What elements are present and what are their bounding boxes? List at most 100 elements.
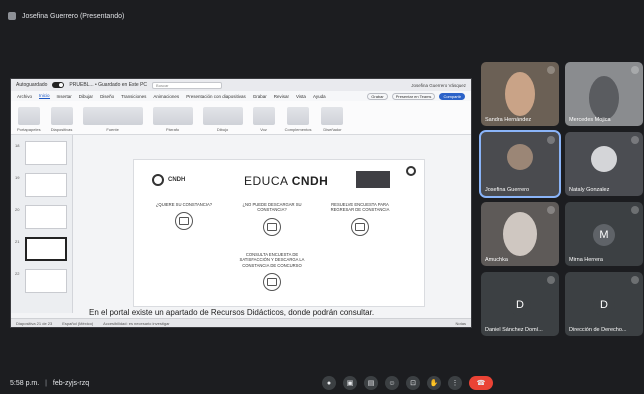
- menu-item[interactable]: Transiciones: [121, 94, 146, 99]
- participant-tile[interactable]: D Dirección de Derecho...: [565, 272, 643, 336]
- shared-screen: Autoguardado PRUEBL... • Guardado en Est…: [10, 78, 472, 328]
- menu-item[interactable]: Dibujar: [79, 94, 93, 99]
- ribbon-group[interactable]: Complementos: [285, 107, 311, 132]
- meeting-clock: 5:58 p.m. | feb-zyjs-rzq: [10, 380, 90, 387]
- meeting-code: feb-zyjs-rzq: [52, 380, 90, 387]
- autosave-toggle[interactable]: [52, 82, 65, 88]
- end-call-icon[interactable]: ☎: [469, 376, 493, 390]
- participant-tile[interactable]: D Daniel Sánchez Domí...: [481, 272, 559, 336]
- slide-title: EDUCA CNDH: [244, 174, 329, 188]
- captions-icon[interactable]: ▤: [364, 376, 378, 390]
- meeting-controls: ● ▣ ▤ ☺ ⊡ ✋ ⋮ ☎: [322, 376, 493, 390]
- participant-tile[interactable]: Amuchka: [481, 202, 559, 266]
- ribbon-group[interactable]: Párrafo: [152, 107, 193, 132]
- record-button[interactable]: Grabar: [367, 92, 388, 100]
- ribbon-group[interactable]: Fuente: [82, 107, 143, 132]
- menu-item[interactable]: Ayuda: [313, 94, 326, 99]
- mic-off-icon: [547, 206, 555, 214]
- slide-number: 19: [15, 175, 20, 180]
- time: 5:58 p.m.: [10, 380, 40, 387]
- ppt-action-buttons: Grabar Presentar en Teams Compartir: [367, 92, 465, 100]
- current-slide: CNDH EDUCA CNDH ¿QUIERE SU CONSTANCIA? ¿…: [133, 159, 425, 307]
- file-name: PRUEBL... • Guardado en Este PC: [69, 82, 148, 88]
- participant-video: [591, 146, 617, 172]
- participant-tile[interactable]: Mercedes Mojica: [565, 62, 643, 126]
- ppt-ribbon: Portapapeles Diapositivas Fuente Párrafo…: [11, 101, 471, 135]
- menu-item[interactable]: Vista: [296, 94, 306, 99]
- ppt-status-bar: Diapositiva 21 de 23 Español (México) Ac…: [11, 318, 471, 327]
- presenter-bar: Josefina Guerrero (Presentando): [8, 8, 124, 24]
- more-options-icon[interactable]: ⋮: [448, 376, 462, 390]
- slide-thumbnail[interactable]: [25, 269, 67, 293]
- menu-item[interactable]: Presentación con diapositivas: [186, 94, 246, 99]
- slide-number: 22: [15, 271, 20, 276]
- ppt-search-input[interactable]: Buscar: [152, 81, 223, 89]
- reaction-icon[interactable]: ☺: [385, 376, 399, 390]
- mic-off-icon: [547, 276, 555, 284]
- ppt-user-name[interactable]: Josefina Guerrero Vásquez: [411, 83, 466, 88]
- participant-tile[interactable]: M Mirna Herrera: [565, 202, 643, 266]
- slide-thumbnail[interactable]: [25, 173, 67, 197]
- slide-thumbnail-selected[interactable]: [25, 237, 67, 261]
- participant-name: Daniel Sánchez Domí...: [485, 327, 543, 333]
- slide-number: 20: [15, 207, 20, 212]
- participant-name: Amuchka: [485, 257, 508, 263]
- participant-name: Dirección de Derecho...: [569, 327, 627, 333]
- mic-off-icon: [631, 136, 639, 144]
- avatar: M: [593, 224, 615, 246]
- slide-number: 21: [15, 239, 20, 244]
- participant-name: Sandra Hernández: [485, 117, 532, 123]
- ribbon-group[interactable]: Voz: [252, 107, 275, 132]
- present-icon[interactable]: ⊡: [406, 376, 420, 390]
- survey-icon: [351, 217, 369, 236]
- ppt-menu: Archivo Inicio Insertar Dibujar Diseño T…: [11, 91, 471, 101]
- menu-item[interactable]: Animaciones: [153, 94, 179, 99]
- present-teams-button[interactable]: Presentar en Teams: [391, 92, 436, 100]
- slide-thumbnail[interactable]: [25, 205, 67, 229]
- speaking-icon: [547, 136, 555, 144]
- ribbon-group[interactable]: Diapositivas: [50, 107, 73, 132]
- menu-item[interactable]: Insertar: [57, 94, 72, 99]
- participant-video: [505, 72, 535, 116]
- raise-hand-icon[interactable]: ✋: [427, 376, 441, 390]
- participant-tile-speaking[interactable]: Josefina Guerrero: [479, 130, 561, 198]
- menu-item-active[interactable]: Inicio: [39, 93, 50, 99]
- share-button[interactable]: Compartir: [439, 92, 465, 100]
- mic-off-icon: [547, 66, 555, 74]
- participant-name: Mercedes Mojica: [569, 117, 611, 123]
- slide-number: 18: [15, 143, 20, 148]
- mic-icon[interactable]: ●: [322, 376, 336, 390]
- avatar: D: [593, 294, 615, 316]
- presentation-icon: [8, 12, 16, 20]
- slide-thumbnail[interactable]: [25, 141, 67, 165]
- participant-video: [507, 144, 533, 170]
- menu-item[interactable]: Revisar: [274, 94, 289, 99]
- mic-off-icon: [631, 66, 639, 74]
- small-logo-icon: [406, 166, 416, 176]
- camera-icon[interactable]: ▣: [343, 376, 357, 390]
- cndh-logo: CNDH: [152, 174, 185, 186]
- participant-name: Josefina Guerrero: [485, 187, 530, 193]
- slide-item: ¿NO PUEDE DESCARGAR SU CONSTANCIA?: [232, 202, 312, 236]
- mic-off-icon: [631, 206, 639, 214]
- menu-item[interactable]: Archivo: [17, 94, 32, 99]
- avatar: D: [509, 294, 531, 316]
- participant-tile[interactable]: Sandra Hernández: [481, 62, 559, 126]
- participant-video: [503, 212, 537, 256]
- slide-badge: [356, 171, 390, 188]
- ppt-title-bar: Autoguardado PRUEBL... • Guardado en Est…: [11, 79, 471, 91]
- participant-tile[interactable]: Nataly Gonzalez: [565, 132, 643, 196]
- ribbon-group[interactable]: Diseñador: [321, 107, 344, 132]
- ribbon-group[interactable]: Dibujo: [202, 107, 243, 132]
- participant-video: [589, 76, 619, 120]
- menu-item[interactable]: Diseño: [100, 94, 114, 99]
- slide-item: ¿QUIERE SU CONSTANCIA?: [144, 202, 224, 231]
- ribbon-group[interactable]: Portapapeles: [17, 107, 41, 132]
- slide-item: CONSULTA ENCUESTA DE SATISFACCIÓN Y DESC…: [232, 252, 312, 291]
- document-icon: [263, 272, 281, 291]
- download-icon: [263, 217, 281, 236]
- menu-item[interactable]: Grabar: [253, 94, 267, 99]
- notes-button[interactable]: Notas: [456, 321, 466, 326]
- participant-name: Nataly Gonzalez: [569, 187, 610, 193]
- mic-off-icon: [631, 276, 639, 284]
